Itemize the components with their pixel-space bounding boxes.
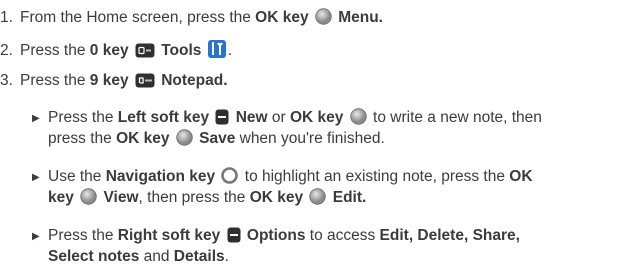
key-name: Left soft key xyxy=(117,109,210,126)
soft-key-icon xyxy=(227,227,241,249)
text: , then press the xyxy=(138,189,250,206)
text: when you're finished. xyxy=(235,130,385,147)
text: Press the xyxy=(48,227,118,244)
key-name: Right soft key xyxy=(117,227,221,244)
bullet-arrow-icon: ▶ xyxy=(32,231,40,242)
key-name: OK key xyxy=(290,109,344,126)
key-name: 0 key xyxy=(89,42,129,59)
tools-label: Tools xyxy=(161,42,202,59)
text: or xyxy=(267,109,290,126)
nine-key-icon xyxy=(135,73,155,94)
key-name: Options xyxy=(246,227,306,244)
text: to access xyxy=(305,227,380,244)
ok-key-icon xyxy=(80,188,97,211)
key-name: 9 key xyxy=(89,72,129,89)
key-name: OK key xyxy=(116,130,170,147)
zero-key-icon xyxy=(135,43,155,64)
key-name: New xyxy=(235,109,268,126)
bullet-2-line-2: key View, then press the OK key Edit. xyxy=(48,188,366,211)
key-name: Navigation key xyxy=(105,168,216,185)
text: Use the xyxy=(48,168,106,185)
ok-key-icon xyxy=(176,129,193,152)
key-name: key xyxy=(48,189,74,206)
text: . xyxy=(224,248,229,265)
key-name: OK xyxy=(509,168,533,185)
bullet-1-line-1: ▶ Press the Left soft key New or OK key t… xyxy=(32,108,542,131)
key-name: Edit, Delete, Share, xyxy=(379,227,520,244)
step-number: 1. xyxy=(0,9,13,26)
bullet-arrow-icon: ▶ xyxy=(32,113,40,124)
bullet-arrow-icon: ▶ xyxy=(32,172,40,183)
text: to highlight an existing note, press the xyxy=(240,168,510,185)
bullet-3-line-2: Select notes and Details. xyxy=(48,247,229,267)
ok-key-icon xyxy=(309,188,327,211)
key-name: OK key xyxy=(255,9,309,26)
text: to write a new note, then xyxy=(368,109,542,126)
key-name: Select notes xyxy=(48,248,140,265)
step-1: 1. From the Home screen, press the OK key… xyxy=(0,8,383,31)
step-text: Press the xyxy=(20,72,90,89)
bullet-1-line-2: press the OK key Save when you're finish… xyxy=(48,129,385,152)
step-text: From the Home screen, press the xyxy=(20,9,256,26)
notepad-label: Notepad. xyxy=(161,72,228,89)
text: Press the xyxy=(48,109,118,126)
step-text: Press the xyxy=(20,42,90,59)
key-name: Details xyxy=(173,248,225,265)
bullet-2-line-1: ▶ Use the Navigation key to highlight an … xyxy=(32,167,533,190)
step-number: 3. xyxy=(0,72,13,89)
soft-key-icon xyxy=(215,109,229,131)
instructions: 1. From the Home screen, press the OK key… xyxy=(0,0,638,280)
step-3: 3. Press the 9 key Notepad. xyxy=(0,71,228,94)
navigation-key-icon xyxy=(221,167,239,190)
period: . xyxy=(227,42,233,59)
text: press the xyxy=(48,130,117,147)
step-number: 2. xyxy=(0,42,13,59)
menu-label: Menu. xyxy=(338,9,383,26)
tools-icon xyxy=(207,40,226,64)
key-name: Save xyxy=(199,130,236,147)
ok-key-icon xyxy=(315,8,332,31)
key-name: OK key xyxy=(249,189,304,206)
bullet-3-line-1: ▶ Press the Right soft key Options to acc… xyxy=(32,226,520,249)
ok-key-icon xyxy=(350,108,367,131)
text: and xyxy=(139,248,174,265)
key-name: Edit. xyxy=(332,189,367,206)
key-name: View xyxy=(103,189,139,206)
step-2: 2. Press the 0 key Tools . xyxy=(0,40,232,64)
